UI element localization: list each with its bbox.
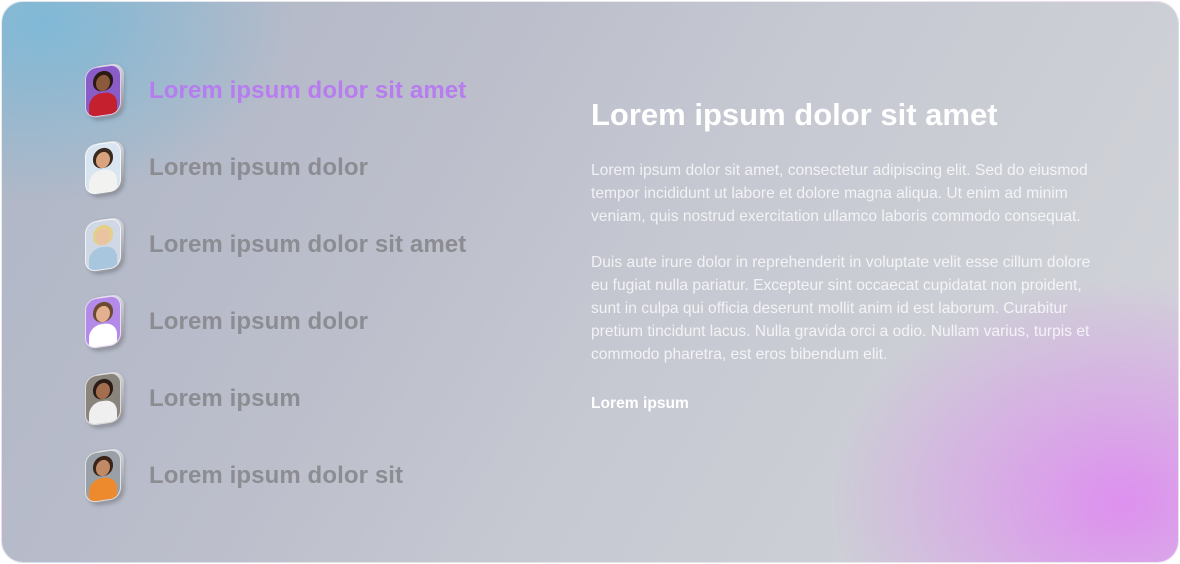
portrait-photo [85, 371, 121, 427]
portrait-photo [85, 63, 121, 119]
detail-paragraph-2: Duis aute irure dolor in reprehenderit i… [591, 254, 1091, 363]
detail-panel: Lorem ipsum dolor sit amet Lorem ipsum d… [591, 97, 1091, 413]
portrait-photo [85, 448, 121, 504]
list-item-label: Lorem ipsum dolor [149, 154, 369, 181]
detail-paragraph-1: Lorem ipsum dolor sit amet, consectetur … [591, 162, 1088, 225]
detail-title: Lorem ipsum dolor sit amet [591, 97, 998, 132]
list-item-label: Lorem ipsum [149, 385, 301, 412]
content-card: Lorem ipsum dolor sit amet Lorem ipsum d… [1, 1, 1179, 563]
list-item-label: Lorem ipsum dolor sit amet [149, 231, 467, 258]
avatar [84, 370, 124, 428]
portrait-photo [85, 294, 121, 350]
portrait-photo [85, 140, 121, 196]
list-item-label: Lorem ipsum dolor sit amet [149, 77, 467, 104]
portrait-photo [85, 217, 121, 273]
avatar [84, 216, 124, 274]
avatar [84, 139, 124, 197]
avatar [84, 62, 124, 120]
list-item-label: Lorem ipsum dolor sit [149, 462, 404, 489]
avatar [84, 447, 124, 505]
avatar [84, 293, 124, 351]
list-item-label: Lorem ipsum dolor [149, 308, 369, 335]
detail-link[interactable]: Lorem ipsum [591, 395, 689, 413]
